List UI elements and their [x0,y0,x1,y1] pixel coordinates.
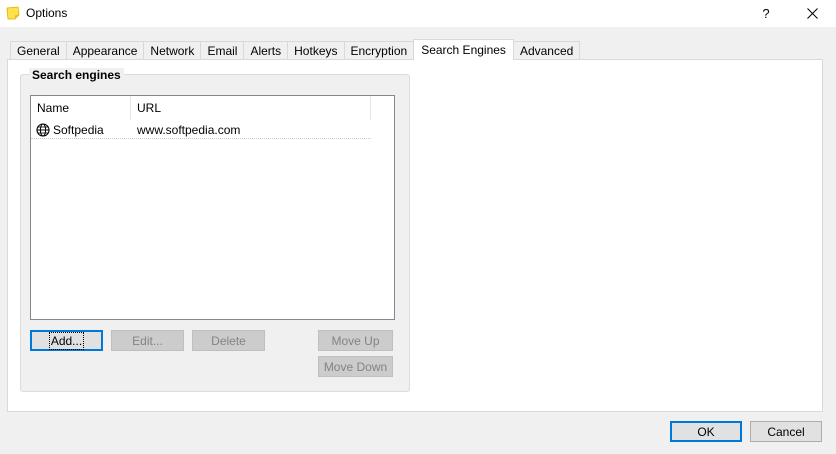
edit-button[interactable]: Edit... [111,330,184,351]
tab-network[interactable]: Network [143,41,202,60]
tab-encryption[interactable]: Encryption [343,41,415,60]
group-title: Search engines [29,68,124,82]
title-bar: Options ? [0,0,836,27]
tab-search-engines[interactable]: Search Engines [413,39,514,60]
column-header-url[interactable]: URL [131,96,371,120]
button-label: Move Down [323,359,388,374]
cancel-button[interactable]: Cancel [750,421,822,442]
tab-label: Alerts [250,44,282,58]
tab-label: Hotkeys [294,44,338,58]
tab-label: General [17,44,60,58]
list-cell-name: Softpedia [31,123,131,137]
engine-url: www.softpedia.com [137,122,241,137]
tab-hotkeys[interactable]: Hotkeys [287,41,345,60]
column-header-name[interactable]: Name [31,96,131,120]
tab-label: Advanced [519,44,574,58]
tab-label: Appearance [72,44,138,58]
engine-name: Softpedia [53,122,104,137]
help-label: ? [762,6,770,21]
tab-label: Email [207,44,238,58]
close-button[interactable] [790,0,834,27]
list-cell-url: www.softpedia.com [131,123,240,137]
add-button[interactable]: Add... [30,330,103,351]
move-down-button[interactable]: Move Down [318,356,393,377]
tab-appearance[interactable]: Appearance [65,41,145,60]
close-icon [806,8,818,19]
dialog-client-area: General Appearance Network Email Alerts … [0,27,836,454]
button-label: Delete [211,333,246,348]
tab-advanced[interactable]: Advanced [512,41,581,60]
window-title: Options [26,6,68,20]
delete-button[interactable]: Delete [192,330,265,351]
help-button[interactable]: ? [744,0,788,27]
tab-label: Network [150,44,195,58]
tab-general[interactable]: General [10,41,67,60]
move-up-button[interactable]: Move Up [318,330,393,351]
sticky-note-icon [6,6,20,20]
button-label: Move Up [331,333,380,348]
column-label: Name [37,101,70,115]
globe-icon [36,122,50,137]
column-label: URL [137,101,162,115]
list-header: Name URL [31,96,394,120]
tab-label: Encryption [350,44,408,58]
tab-panel-search-engines: Search engines Name URL Softpedia www.so… [7,59,823,412]
search-engines-group: Search engines Name URL Softpedia www.so… [20,68,410,392]
tab-strip: General Appearance Network Email Alerts … [10,39,581,60]
button-label: OK [697,424,715,439]
list-item[interactable]: Softpedia www.softpedia.com [31,121,371,139]
tab-email[interactable]: Email [200,41,245,60]
search-engines-list[interactable]: Name URL Softpedia www.softpedia.com [30,95,395,320]
button-label: Add... [48,331,85,350]
button-label: Edit... [132,333,163,348]
tab-label: Search Engines [421,43,506,57]
button-label: Cancel [767,424,805,439]
ok-button[interactable]: OK [670,421,742,442]
tab-alerts[interactable]: Alerts [243,41,289,60]
